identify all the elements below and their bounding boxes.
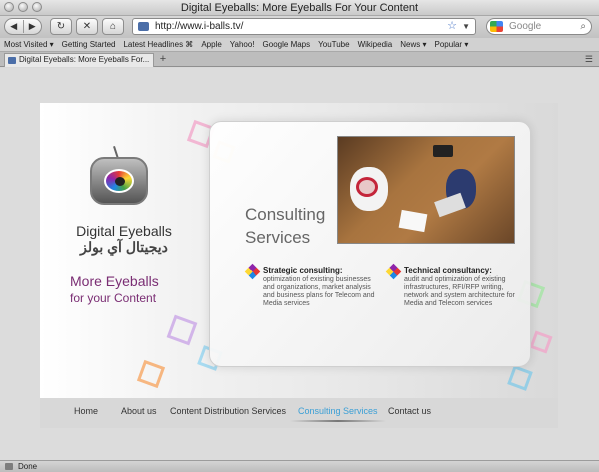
tab-list-icon[interactable]: ☰ [585, 54, 593, 65]
tab-label: Digital Eyeballs: More Eyeballs For... [19, 55, 150, 64]
status-bar: Done [0, 460, 599, 472]
back-arrow-icon[interactable]: ◀ [5, 21, 23, 32]
page-viewport: Digital Eyeballs ديجيتال آي بولز More Ey… [0, 68, 599, 460]
nav-consulting-services[interactable]: Consulting Services [298, 406, 378, 416]
decorative-square [507, 365, 533, 391]
bookmark-apple[interactable]: Apple [201, 40, 221, 49]
bookmark-popular[interactable]: Popular ▾ [435, 40, 469, 49]
url-bar[interactable]: http://www.i-balls.tv/ ☆ ▼ [132, 18, 476, 35]
service-description: optimization of existing businesses and … [263, 276, 375, 307]
bookmark-star-icon[interactable]: ☆ [447, 19, 457, 34]
stop-icon: ✕ [82, 21, 92, 32]
bookmark-getting-started[interactable]: Getting Started [62, 40, 116, 49]
site-favicon-icon [138, 22, 149, 31]
window-titlebar: Digital Eyeballs: More Eyeballs For Your… [0, 0, 599, 16]
home-icon: ⌂ [109, 21, 117, 32]
nav-about-us[interactable]: About us [121, 406, 157, 416]
service-title: Strategic consulting: [263, 266, 343, 275]
bookmark-google-maps[interactable]: Google Maps [263, 40, 311, 49]
new-tab-button[interactable]: + [156, 53, 170, 66]
window-controls[interactable] [4, 2, 42, 12]
active-nav-underline [290, 420, 386, 422]
back-forward-group: ◀ ▶ [4, 18, 42, 35]
tab-digital-eyeballs[interactable]: Digital Eyeballs: More Eyeballs For... [4, 53, 154, 67]
tagline-line1: More Eyeballs [70, 273, 159, 289]
decorative-square [136, 359, 166, 389]
office-meeting-photo [337, 136, 515, 244]
consulting-panel: Consulting Services Strategic consulting… [209, 121, 531, 367]
brand-name: Digital Eyeballs [76, 223, 172, 239]
service-description: audit and optimization of existing infra… [404, 276, 515, 307]
tab-favicon-icon [8, 57, 16, 64]
service-title: Technical consultancy: [404, 266, 492, 275]
search-placeholder: Google [509, 21, 542, 32]
zoom-window-button[interactable] [32, 2, 42, 12]
search-input[interactable]: Google ⌕ [486, 18, 592, 35]
section-heading-line2: Services [245, 228, 311, 247]
close-window-button[interactable] [4, 2, 14, 12]
tab-bar: Digital Eyeballs: More Eyeballs For... +… [0, 52, 599, 67]
brand-name-arabic: ديجيتال آي بولز [80, 239, 168, 255]
bookmark-news[interactable]: News ▾ [400, 40, 426, 49]
google-engine-icon[interactable] [490, 21, 503, 32]
nav-contact-us[interactable]: Contact us [388, 406, 431, 416]
reload-icon: ↻ [56, 21, 66, 32]
bookmarks-bar: Most Visited ▾ Getting Started Latest He… [0, 38, 599, 52]
status-icon [5, 463, 13, 470]
bookmark-wikipedia[interactable]: Wikipedia [358, 40, 393, 49]
window-title: Digital Eyeballs: More Eyeballs For Your… [180, 2, 419, 14]
service-bullet-icon [385, 263, 402, 280]
minimize-window-button[interactable] [18, 2, 28, 12]
status-text: Done [18, 462, 38, 471]
tagline-line2: for your Content [70, 291, 157, 305]
service-bullet-icon [244, 263, 261, 280]
url-text: http://www.i-balls.tv/ [155, 21, 244, 32]
nav-home[interactable]: Home [74, 406, 98, 416]
site-navigation: Home About us Content Distribution Servi… [40, 398, 558, 428]
bookmark-latest-headlines[interactable]: Latest Headlines ⌘ [123, 40, 193, 49]
reload-button[interactable]: ↻ [50, 18, 72, 35]
decorative-square [166, 314, 198, 346]
eye-logo-icon[interactable] [90, 157, 148, 205]
section-heading-line1: Consulting [245, 205, 326, 224]
forward-arrow-icon[interactable]: ▶ [23, 21, 41, 32]
stop-button[interactable]: ✕ [76, 18, 98, 35]
site-banner: Digital Eyeballs ديجيتال آي بولز More Ey… [40, 103, 558, 398]
decorative-square [529, 330, 553, 354]
nav-content-distribution[interactable]: Content Distribution Services [170, 406, 286, 416]
url-dropdown-icon[interactable]: ▼ [462, 19, 470, 34]
home-button[interactable]: ⌂ [102, 18, 124, 35]
bookmark-youtube[interactable]: YouTube [318, 40, 349, 49]
search-icon[interactable]: ⌕ [580, 19, 586, 34]
bookmark-most-visited[interactable]: Most Visited ▾ [4, 40, 54, 49]
bookmark-yahoo[interactable]: Yahoo! [230, 40, 255, 49]
navigation-toolbar: ◀ ▶ ↻ ✕ ⌂ http://www.i-balls.tv/ ☆ ▼ Goo… [0, 16, 599, 38]
